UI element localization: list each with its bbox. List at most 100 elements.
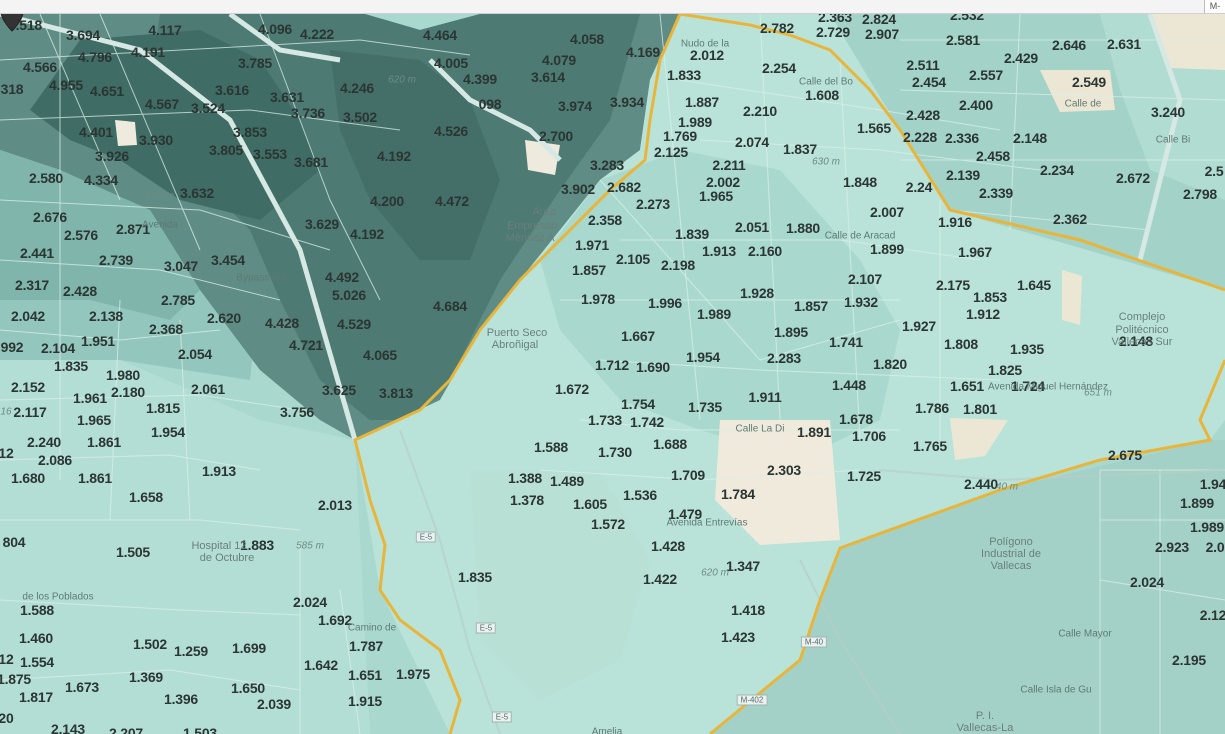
price-value-label[interactable]: 1.347 bbox=[726, 558, 760, 574]
price-value-label[interactable]: 2.672 bbox=[1116, 170, 1150, 186]
price-value-label[interactable]: 2.0 bbox=[1206, 539, 1225, 555]
price-value-label[interactable]: 2.051 bbox=[735, 219, 769, 235]
price-value-label[interactable]: 2.039 bbox=[257, 696, 291, 712]
price-value-label[interactable]: 1.690 bbox=[636, 359, 670, 375]
price-value-label[interactable]: 2.729 bbox=[816, 24, 850, 40]
price-value-label[interactable]: 2.138 bbox=[89, 308, 123, 324]
price-value-label[interactable]: 2.581 bbox=[946, 32, 980, 48]
price-value-label[interactable]: 1.954 bbox=[686, 349, 720, 365]
price-value-label[interactable]: 1.645 bbox=[1017, 277, 1051, 293]
price-value-label[interactable]: 4.005 bbox=[434, 55, 468, 71]
price-value-label[interactable]: 1.418 bbox=[731, 602, 765, 618]
price-value-label[interactable]: 2.061 bbox=[191, 381, 225, 397]
price-value-label[interactable]: 4.492 bbox=[325, 269, 359, 285]
price-value-label[interactable]: 2.511 bbox=[906, 57, 939, 73]
price-value-label[interactable]: 3.681 bbox=[294, 154, 328, 170]
price-value-label[interactable]: 4.192 bbox=[350, 226, 384, 242]
price-value-label[interactable]: 1.735 bbox=[688, 399, 722, 415]
price-value-label[interactable]: 1.505 bbox=[116, 544, 150, 560]
price-value-label[interactable]: 1.965 bbox=[699, 188, 733, 204]
price-value-label[interactable]: 1.709 bbox=[671, 467, 705, 483]
price-value-label[interactable]: 2.676 bbox=[33, 209, 67, 225]
price-value-label[interactable]: 1.916 bbox=[938, 214, 972, 230]
price-value-label[interactable]: 1.839 bbox=[675, 226, 709, 242]
price-value-label[interactable]: 1.899 bbox=[870, 241, 904, 257]
price-value-label[interactable]: 2.013 bbox=[318, 497, 352, 513]
price-value-label[interactable]: 1.489 bbox=[550, 473, 584, 489]
price-value-label[interactable]: 804 bbox=[3, 534, 26, 550]
price-value-label[interactable]: 1.667 bbox=[621, 328, 655, 344]
price-value-label[interactable]: 2.210 bbox=[743, 103, 777, 119]
price-value-label[interactable]: 1.951 bbox=[81, 333, 115, 349]
price-value-label[interactable]: 3.926 bbox=[95, 148, 129, 164]
price-value-label[interactable]: 2.576 bbox=[64, 227, 98, 243]
price-value-label[interactable]: 1.651 bbox=[348, 667, 382, 683]
price-value-label[interactable]: 2.362 bbox=[1053, 211, 1087, 227]
price-value-label[interactable]: 1.954 bbox=[151, 424, 185, 440]
price-value-label[interactable]: 3.694 bbox=[66, 27, 100, 43]
price-value-label[interactable]: 2.700 bbox=[539, 128, 573, 144]
price-value-label[interactable]: 2.024 bbox=[1130, 574, 1164, 590]
price-value-label[interactable]: 2.180 bbox=[111, 384, 145, 400]
price-value-label[interactable]: 2.139 bbox=[946, 167, 980, 183]
price-value-label[interactable]: 1.895 bbox=[774, 324, 808, 340]
price-value-label[interactable]: 3.283 bbox=[590, 157, 624, 173]
price-value-label[interactable]: 3.240 bbox=[1151, 104, 1185, 120]
price-value-label[interactable]: 4.684 bbox=[433, 298, 467, 314]
price-value-label[interactable]: 2.739 bbox=[99, 252, 133, 268]
price-value-label[interactable]: 1.572 bbox=[591, 516, 625, 532]
top-toolbar-cell[interactable]: M- bbox=[1204, 0, 1225, 13]
price-value-label[interactable]: 3.502 bbox=[343, 109, 377, 125]
price-value-label[interactable]: 1.857 bbox=[794, 298, 828, 314]
price-value-label[interactable]: 4.796 bbox=[78, 49, 112, 65]
price-value-label[interactable]: 318 bbox=[1, 81, 24, 97]
price-value-label[interactable]: 1.815 bbox=[146, 400, 180, 416]
price-value-label[interactable]: 4.566 bbox=[23, 59, 57, 75]
price-value-label[interactable]: 1.887 bbox=[685, 94, 719, 110]
price-value-label[interactable]: 1.965 bbox=[77, 412, 111, 428]
price-value-label[interactable]: 3.974 bbox=[558, 98, 592, 114]
price-value-label[interactable]: 3.934 bbox=[610, 94, 644, 110]
price-value-label[interactable]: 1.989 bbox=[697, 306, 731, 322]
price-value-label[interactable]: 2.557 bbox=[969, 67, 1003, 83]
price-value-label[interactable]: 4.169 bbox=[626, 44, 660, 60]
price-value-label[interactable]: 2.368 bbox=[149, 321, 183, 337]
price-value-label[interactable]: 1.975 bbox=[396, 666, 430, 682]
price-value-label[interactable]: 3.616 bbox=[215, 82, 249, 98]
price-value-label[interactable]: 4.058 bbox=[570, 31, 604, 47]
price-value-label[interactable]: 1.911 bbox=[748, 389, 781, 405]
price-value-label[interactable]: 2.429 bbox=[1004, 50, 1038, 66]
price-value-label[interactable]: 3.454 bbox=[211, 252, 245, 268]
price-value-label[interactable]: 2.682 bbox=[607, 179, 641, 195]
price-value-label[interactable]: 3.047 bbox=[164, 258, 198, 274]
price-value-label[interactable]: 1.996 bbox=[648, 295, 682, 311]
price-value-label[interactable]: 2.240 bbox=[27, 434, 61, 450]
price-value-label[interactable]: 2.458 bbox=[976, 148, 1010, 164]
price-value-label[interactable]: 3.736 bbox=[291, 105, 325, 121]
price-value-label[interactable]: 1.706 bbox=[852, 428, 886, 444]
price-value-label[interactable]: 2.160 bbox=[748, 243, 782, 259]
price-value-label[interactable]: 3.785 bbox=[238, 55, 272, 71]
price-value-label[interactable]: 2.054 bbox=[178, 346, 212, 362]
price-value-label[interactable]: 2.782 bbox=[760, 20, 794, 36]
price-value-label[interactable]: 2.074 bbox=[735, 134, 769, 150]
price-value-label[interactable]: 1.428 bbox=[651, 538, 685, 554]
price-value-label[interactable]: 2.175 bbox=[936, 277, 970, 293]
price-value-label[interactable]: 1.536 bbox=[623, 487, 657, 503]
price-value-label[interactable]: 1.980 bbox=[106, 367, 140, 383]
price-value-label[interactable]: 3.614 bbox=[531, 69, 565, 85]
price-value-label[interactable]: 1.967 bbox=[958, 244, 992, 260]
price-value-label[interactable]: 4.065 bbox=[363, 347, 397, 363]
price-value-label[interactable]: 1.688 bbox=[653, 436, 687, 452]
price-value-label[interactable]: 1.422 bbox=[643, 571, 677, 587]
price-value-label[interactable]: 2.785 bbox=[161, 292, 195, 308]
price-value-label[interactable]: 2.143 bbox=[51, 721, 85, 734]
price-value-label[interactable]: 4.721 bbox=[289, 337, 323, 353]
price-value-label[interactable]: 1.848 bbox=[843, 174, 877, 190]
price-value-label[interactable]: 1.786 bbox=[915, 400, 949, 416]
price-value-label[interactable]: 2.273 bbox=[636, 196, 670, 212]
price-value-label[interactable]: 1.699 bbox=[232, 640, 266, 656]
price-value-label[interactable]: 1.259 bbox=[174, 643, 208, 659]
price-value-label[interactable]: 1.825 bbox=[988, 362, 1022, 378]
price-value-label[interactable]: 2.211 bbox=[712, 157, 745, 173]
